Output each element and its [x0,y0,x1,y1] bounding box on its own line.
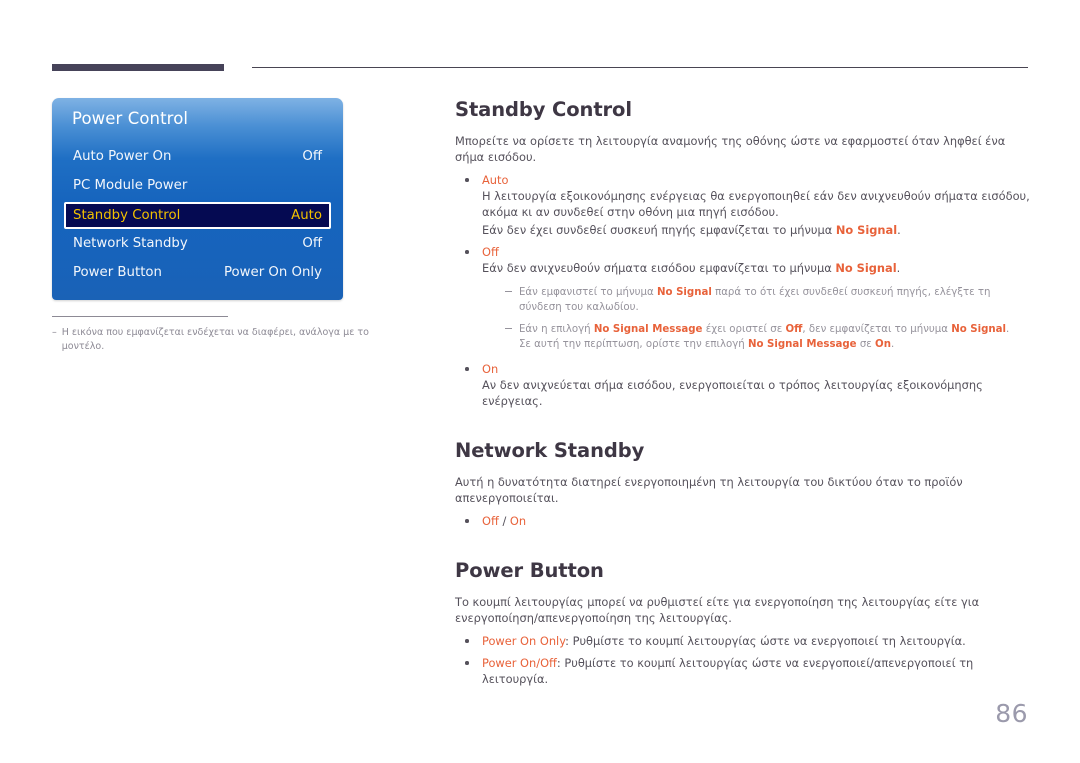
osd-row-power-button[interactable]: Power Button Power On Only [64,260,331,284]
option-label-auto: Auto [482,173,509,187]
bullet-icon [465,178,469,182]
highlight-off: Off [785,324,803,335]
list-item-off: Off Εάν δεν ανιχνευθούν σήματα εισόδου ε… [455,244,1030,352]
subnote-cable-check: Εάν εμφανιστεί το μήνυμα No Signal παρά … [482,285,1030,315]
osd-row-pc-module-power[interactable]: PC Module Power [64,173,331,197]
dash-icon [505,328,512,329]
highlight-no-signal: No Signal [835,223,898,237]
text-fragment: Εάν δεν έχει συνδεθεί συσκευή πηγής εμφα… [482,223,836,237]
bullet-icon [465,639,469,643]
bullet-icon [465,519,469,523]
option-label-off: Off [482,514,499,528]
text-fragment: , δεν εμφανίζεται το μήνυμα [802,324,952,335]
left-note-divider [52,316,228,317]
highlight-no-signal: No Signal [657,287,712,298]
highlight-no-signal: No Signal [835,261,897,275]
network-standby-option-list: Off / On [455,513,1030,529]
osd-row-value: Auto [291,208,322,223]
list-item-off-on: Off / On [455,513,1030,529]
highlight-no-signal-message: No Signal Message [593,324,703,335]
option-desc-power-on-only: : Ρυθμίστε το κουμπί λειτουργίας ώστε να… [565,634,966,648]
standby-control-option-list: Auto Η λειτουργία εξοικονόμησης ενέργεια… [455,172,1030,409]
header-rule-thin [252,67,1028,68]
text-fragment: Εάν δεν ανιχνευθούν σήματα εισόδου εμφαν… [482,261,836,275]
osd-row-label: Auto Power On [73,148,172,164]
osd-row-network-standby[interactable]: Network Standby Off [64,231,331,255]
heading-standby-control: Standby Control [455,98,632,121]
osd-row-label: Standby Control [73,208,181,223]
left-note-dash: – [52,327,57,338]
dash-icon [505,291,512,292]
list-item-power-on-only: Power On Only: Ρυθμίστε το κουμπί λειτου… [455,633,1030,649]
text-fragment: Εάν εμφανιστεί το μήνυμα [519,287,657,298]
osd-row-label: Power Button [73,264,162,280]
option-label-off: Off [482,245,499,259]
option-separator: / [498,514,510,528]
subnote-no-signal-message: Εάν η επιλογή No Signal Message έχει ορι… [482,322,1030,352]
highlight-on: On [875,339,891,350]
page-header-rule [52,64,1028,72]
page-number: 86 [995,699,1028,728]
power-button-intro: Το κουμπί λειτουργίας μπορεί να ρυθμιστε… [455,595,980,625]
bullet-icon [465,367,469,371]
highlight-no-signal-message: No Signal Message [747,339,857,350]
heading-network-standby: Network Standby [455,439,645,462]
power-button-option-list: Power On Only: Ρυθμίστε το κουμπί λειτου… [455,633,1030,687]
standby-control-intro: Μπορείτε να ορίσετε τη λειτουργία αναμον… [455,134,1006,164]
text-fragment: σε [856,339,876,350]
highlight-no-signal: No Signal [951,324,1007,335]
header-rule-thick [52,64,224,71]
standby-control-subnotes: Εάν εμφανιστεί το μήνυμα No Signal παρά … [482,285,1030,352]
osd-row-value: Off [302,148,322,164]
option-label-on: On [482,362,499,376]
list-item-on: On Αν δεν ανιχνεύεται σήμα εισόδου, ενερ… [455,361,1030,409]
osd-row-value: Power On Only [223,264,322,280]
main-content: Standby Control Μπορείτε να ορίσετε τη λ… [455,98,1030,687]
option-label-power-on-only: Power On Only [482,634,566,648]
text-fragment: . [896,261,901,275]
bullet-icon [465,661,469,665]
osd-power-control-menu: Power Control Auto Power On Off PC Modul… [52,98,343,300]
option-desc-on-line1: Αν δεν ανιχνεύεται σήμα εισόδου, ενεργοπ… [482,378,983,408]
osd-row-label: PC Module Power [73,177,188,193]
option-label-on: On [509,514,527,528]
osd-menu-title: Power Control [72,109,189,128]
option-desc-auto-line2: Εάν δεν έχει συνδεθεί συσκευή πηγής εμφα… [482,222,1030,238]
option-desc-auto-line1: Η λειτουργία εξοικονόμησης ενέργειας θα … [482,189,1030,219]
osd-row-auto-power-on[interactable]: Auto Power On Off [64,144,331,168]
text-fragment: έχει οριστεί σε [702,324,786,335]
heading-power-button: Power Button [455,559,604,582]
network-standby-intro: Αυτή η δυνατότητα διατηρεί ενεργοποιημέν… [455,475,963,505]
text-fragment: . [897,223,901,237]
osd-row-label: Network Standby [73,235,188,251]
osd-row-value: Off [302,235,322,251]
left-note: – Η εικόνα που εμφανίζεται ενδέχεται να … [52,326,412,354]
text-fragment: . [1006,324,1010,335]
text-fragment: Εάν η επιλογή [519,324,594,335]
option-desc-off-line1: Εάν δεν ανιχνευθούν σήματα εισόδου εμφαν… [482,260,1030,276]
osd-row-standby-control[interactable]: Standby Control Auto [64,202,331,229]
option-label-power-on-off: Power On/Off [482,656,557,670]
bullet-icon [465,250,469,254]
list-item-power-on-off: Power On/Off: Ρυθμίστε το κουμπί λειτουρ… [455,655,1030,687]
list-item-auto: Auto Η λειτουργία εξοικονόμησης ενέργεια… [455,172,1030,238]
text-fragment: Σε αυτή την περίπτωση, ορίστε την επιλογ… [519,339,748,350]
text-fragment: . [890,339,895,350]
left-note-text: Η εικόνα που εμφανίζεται ενδέχεται να δι… [61,327,369,352]
